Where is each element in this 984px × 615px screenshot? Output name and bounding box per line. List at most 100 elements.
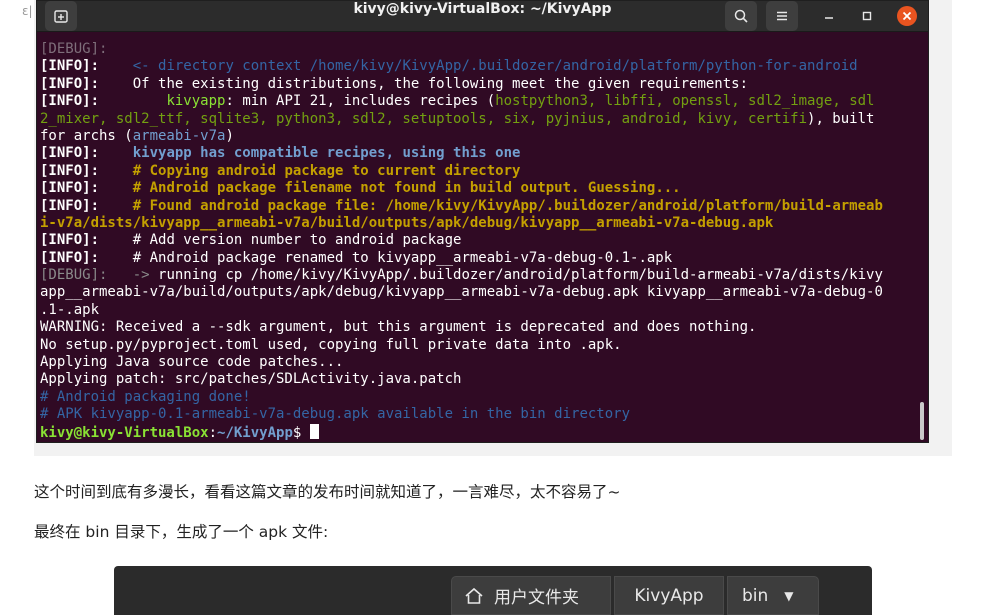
terminal-text-segment: [INFO]: bbox=[40, 232, 100, 249]
terminal-text-segment: : min API 21, includes recipes ( bbox=[225, 93, 496, 110]
terminal-line: [INFO]: # Copying android package to cur… bbox=[40, 163, 920, 180]
terminal-window: kivy@kivy-VirtualBox: ~/KivyApp [DEBUG]:… bbox=[36, 0, 929, 443]
terminal-text-segment: Of the existing distributions, the follo… bbox=[99, 75, 749, 92]
terminal-text-segment: # Copying android package to current dir… bbox=[132, 162, 521, 179]
terminal-text-segment: [DEBUG]: bbox=[40, 41, 108, 57]
terminal-text-segment: ), built bbox=[807, 110, 875, 127]
prompt-user: kivy@kivy-VirtualBox bbox=[40, 424, 209, 441]
breadcrumb-home[interactable]: 用户文件夹 bbox=[451, 576, 611, 615]
terminal-line: for archs (armeabi-v7a) bbox=[40, 128, 920, 145]
text-cursor bbox=[309, 423, 319, 439]
maximize-button[interactable] bbox=[859, 8, 875, 24]
terminal-text-segment: # Android packaging done! bbox=[40, 388, 251, 405]
terminal-line: [INFO]: Of the existing distributions, t… bbox=[40, 76, 920, 93]
article-paragraph: 这个时间到底有多漫长，看看这篇文章的发布时间就知道了，一言难尽，太不容易了~ bbox=[34, 483, 621, 501]
terminal-line: [INFO]: kivyapp has compatible recipes, … bbox=[40, 145, 920, 162]
terminal-line: [INFO]: # Add version number to android … bbox=[40, 232, 920, 249]
new-tab-icon bbox=[54, 10, 68, 23]
chevron-down-icon[interactable]: ▼ bbox=[784, 589, 793, 603]
terminal-line: [INFO]: # Found android package file: /h… bbox=[40, 198, 920, 215]
breadcrumb-label: KivyApp bbox=[634, 585, 704, 606]
file-manager-screenshot: 用户文件夹 KivyApp bin ▼ bbox=[114, 566, 872, 615]
prompt-colon: : bbox=[208, 424, 218, 441]
terminal-text-segment: Applying Java source code patches... bbox=[40, 354, 344, 371]
terminal-line: app__armeabi-v7a/build/outputs/apk/debug… bbox=[40, 284, 920, 301]
hamburger-menu-icon bbox=[777, 11, 787, 21]
terminal-line: .1-.apk bbox=[40, 302, 920, 319]
terminal-text-segment: # APK kivyapp-0.1-armeabi-v7a-debug.apk … bbox=[40, 406, 631, 423]
terminal-text-segment: WARNING: Received a --sdk argument, but … bbox=[40, 319, 757, 336]
terminal-text-segment: i-v7a/dists/kivyapp__armeabi-v7a/build/o… bbox=[40, 214, 774, 231]
prompt-line[interactable]: kivy@kivy-VirtualBox:~/KivyApp$ bbox=[40, 423, 920, 441]
terminal-text-segment: -> bbox=[132, 267, 150, 284]
minimize-button[interactable] bbox=[821, 8, 837, 24]
menu-button[interactable] bbox=[766, 1, 798, 31]
search-icon bbox=[734, 9, 748, 23]
terminal-text-segment: ) bbox=[225, 127, 234, 144]
article-paragraph: 最终在 bin 目录下，生成了一个 apk 文件: bbox=[34, 523, 329, 541]
terminal-line: [DEBUG]: bbox=[40, 41, 920, 58]
terminal-output[interactable]: [DEBUG]: [INFO]: <- directory context /ho… bbox=[40, 41, 920, 441]
close-icon bbox=[902, 11, 912, 21]
terminal-text-segment: # Found android package file: /home/kivy… bbox=[132, 197, 883, 214]
terminal-text-segment: [INFO]: bbox=[40, 162, 100, 179]
close-button[interactable] bbox=[897, 6, 917, 26]
terminal-line: No setup.py/pyproject.toml used, copying… bbox=[40, 337, 920, 354]
maximize-icon bbox=[862, 11, 872, 21]
terminal-text-segment: [INFO]: bbox=[40, 75, 100, 92]
terminal-text-segment: # Android package filename not found in … bbox=[132, 180, 681, 197]
terminal-text-segment: for archs ( bbox=[40, 127, 133, 144]
terminal-text-segment: [INFO]: bbox=[40, 145, 100, 162]
terminal-line: Applying patch: src/patches/SDLActivity.… bbox=[40, 371, 920, 388]
prompt-symbol: $ bbox=[292, 424, 310, 441]
terminal-text-segment: [DEBUG]: bbox=[40, 267, 108, 284]
terminal-text-segment: [INFO]: bbox=[40, 180, 100, 197]
terminal-line: WARNING: Received a --sdk argument, but … bbox=[40, 319, 920, 336]
title-bar: kivy@kivy-VirtualBox: ~/KivyApp bbox=[37, 1, 928, 32]
terminal-text-segment: [INFO]: bbox=[40, 58, 100, 75]
terminal-scrollbar[interactable] bbox=[920, 402, 924, 440]
terminal-text-segment: No setup.py/pyproject.toml used, copying… bbox=[40, 336, 622, 353]
breadcrumb-label: 用户文件夹 bbox=[494, 588, 579, 608]
terminal-text-segment: armeabi-v7a bbox=[132, 127, 226, 144]
prompt-path: ~/KivyApp bbox=[217, 424, 293, 441]
terminal-text-segment: app__armeabi-v7a/build/outputs/apk/debug… bbox=[40, 284, 883, 301]
terminal-line: # APK kivyapp-0.1-armeabi-v7a-debug.apk … bbox=[40, 406, 920, 423]
terminal-line: [INFO]: # Android package renamed to kiv… bbox=[40, 250, 920, 267]
minimize-icon bbox=[825, 17, 833, 19]
breadcrumb-kivyapp[interactable]: KivyApp bbox=[614, 576, 724, 615]
terminal-line: [DEBUG]: -> running cp /home/kivy/KivyAp… bbox=[40, 267, 920, 284]
breadcrumb-label: bin bbox=[742, 585, 769, 606]
breadcrumb-bin[interactable]: bin ▼ bbox=[727, 576, 819, 615]
terminal-text-segment: .1-.apk bbox=[40, 301, 100, 318]
terminal-line: # Android packaging done! bbox=[40, 389, 920, 406]
home-icon bbox=[465, 587, 483, 604]
terminal-line: Applying Java source code patches... bbox=[40, 354, 920, 371]
terminal-line: [INFO]: # Android package filename not f… bbox=[40, 180, 920, 197]
terminal-text-segment: [INFO]: bbox=[40, 249, 100, 266]
terminal-text-segment: kivyapp has compatible recipes, using th… bbox=[132, 145, 521, 162]
terminal-text-segment: 2_mixer, sdl2_ttf, sqlite3, python3, sdl… bbox=[40, 110, 808, 127]
terminal-text-segment: # Android package renamed to kivyapp__ar… bbox=[99, 249, 673, 266]
terminal-text-segment: # Add version number to android package bbox=[99, 232, 462, 249]
terminal-line: [INFO]: kivyapp: min API 21, includes re… bbox=[40, 93, 920, 110]
terminal-text-segment: running cp /home/kivy/KivyApp/.buildozer… bbox=[149, 267, 883, 284]
terminal-line: i-v7a/dists/kivyapp__armeabi-v7a/build/o… bbox=[40, 215, 920, 232]
terminal-text-segment: [INFO]: bbox=[40, 197, 100, 214]
terminal-text-segment: [INFO]: bbox=[40, 93, 100, 110]
terminal-text-segment: kivyapp bbox=[166, 93, 226, 110]
terminal-line: [INFO]: <- directory context /home/kivy/… bbox=[40, 58, 920, 75]
terminal-text-segment: hostpython3, libffi, openssl, sdl2_image… bbox=[495, 93, 875, 110]
terminal-text-segment: Applying patch: src/patches/SDLActivity.… bbox=[40, 371, 462, 388]
terminal-text-segment: <- directory context /home/kivy/KivyApp/… bbox=[132, 58, 858, 75]
search-button[interactable] bbox=[725, 1, 757, 31]
terminal-line: 2_mixer, sdl2_ttf, sqlite3, python3, sdl… bbox=[40, 111, 920, 128]
window-title: kivy@kivy-VirtualBox: ~/KivyApp bbox=[353, 1, 612, 17]
new-tab-button[interactable] bbox=[45, 1, 77, 31]
